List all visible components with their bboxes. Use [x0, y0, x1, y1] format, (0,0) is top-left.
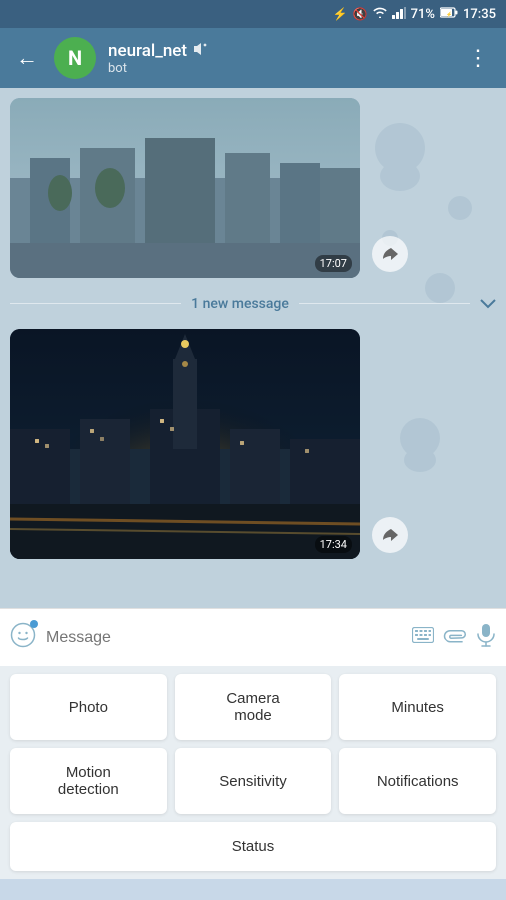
emoji-btn-wrapper — [10, 622, 36, 654]
mute-icon: 🔇 — [353, 7, 368, 21]
forward-button-1[interactable] — [372, 236, 408, 272]
chat-area: 17:07 1 new message — [0, 88, 506, 608]
more-button[interactable]: ⋮ — [463, 42, 494, 75]
chat-name-row: neural_net — [108, 41, 451, 61]
new-message-divider: 1 new message — [10, 286, 496, 321]
input-bar — [0, 608, 506, 666]
emoji-button[interactable] — [10, 626, 36, 654]
action-row-1: Photo Camera mode Minutes — [10, 674, 496, 740]
status-time: 17:35 — [463, 7, 496, 22]
avatar: N — [54, 37, 96, 79]
message-2: 17:34 — [10, 329, 360, 559]
message-input[interactable] — [46, 629, 402, 647]
mic-button[interactable] — [476, 623, 496, 652]
day-city-image: 17:07 — [10, 98, 360, 278]
attach-button[interactable] — [438, 620, 473, 655]
emoji-notification-dot — [30, 620, 38, 628]
message-1-image: 17:07 — [10, 98, 360, 278]
message-2-image: 17:34 — [10, 329, 360, 559]
battery-icon: ⚡ — [440, 7, 458, 21]
forward-button-2[interactable] — [372, 517, 408, 553]
message-1: 17:07 — [10, 98, 360, 278]
night-city-image: 17:34 — [10, 329, 360, 559]
muted-icon — [193, 42, 209, 60]
camera-mode-button[interactable]: Camera mode — [175, 674, 332, 740]
minutes-button[interactable]: Minutes — [339, 674, 496, 740]
message-2-time: 17:34 — [315, 536, 352, 553]
status-button[interactable]: Status — [10, 822, 496, 871]
wifi-icon — [373, 7, 387, 21]
status-icons: ⚡ 🔇 71% — [333, 7, 496, 22]
back-button[interactable]: ← — [12, 41, 42, 75]
chat-toolbar: ← N neural_net bot ⋮ — [0, 28, 506, 88]
notifications-button[interactable]: Notifications — [339, 748, 496, 814]
message-1-time: 17:07 — [315, 255, 352, 272]
keyboard-button[interactable] — [412, 627, 434, 648]
battery-percent: 71% — [411, 7, 435, 22]
action-grid: Photo Camera mode Minutes Motion detecti… — [0, 666, 506, 879]
divider-line-right — [299, 303, 470, 304]
chat-status: bot — [108, 61, 451, 76]
divider-text: 1 new message — [191, 296, 289, 312]
motion-detection-button[interactable]: Motion detection — [10, 748, 167, 814]
bluetooth-icon: ⚡ — [333, 7, 348, 21]
svg-text:⚡: ⚡ — [446, 11, 452, 18]
action-row-3: Status — [10, 822, 496, 871]
status-bar: ⚡ 🔇 71% — [0, 0, 506, 28]
sensitivity-button[interactable]: Sensitivity — [175, 748, 332, 814]
divider-line-left — [10, 303, 181, 304]
signal-icon — [392, 7, 406, 22]
chat-name-label: neural_net — [108, 41, 187, 61]
action-row-2: Motion detection Sensitivity Notificatio… — [10, 748, 496, 814]
messages-container: 17:07 1 new message — [0, 88, 506, 608]
chevron-down-icon[interactable] — [480, 294, 496, 313]
chat-info: neural_net bot — [108, 41, 451, 76]
photo-button[interactable]: Photo — [10, 674, 167, 740]
